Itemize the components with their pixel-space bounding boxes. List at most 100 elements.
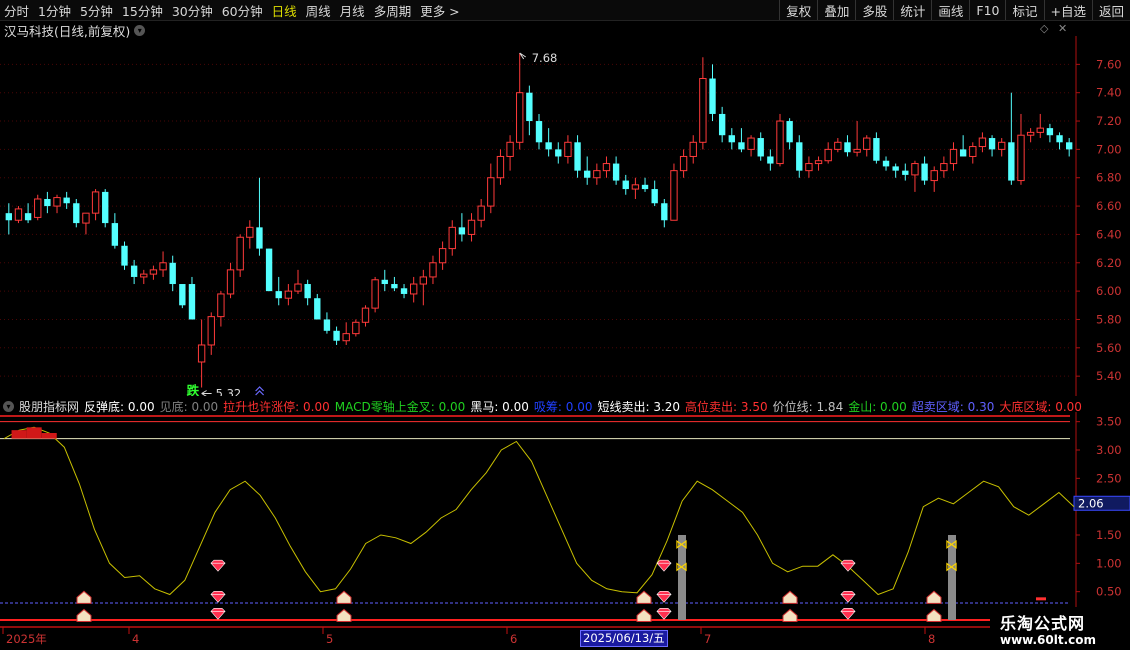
period-tab-9[interactable]: 多周期 xyxy=(374,1,412,20)
current-value-label: 2.06 xyxy=(1078,496,1104,510)
candle-body xyxy=(902,170,909,175)
candle-body xyxy=(429,262,437,278)
candle-body xyxy=(805,163,813,172)
diamond-gem-icon xyxy=(840,559,856,572)
candle-body xyxy=(284,290,293,299)
period-tab-8[interactable]: 月线 xyxy=(340,1,365,20)
candle-body xyxy=(949,148,958,165)
period-tab-2[interactable]: 5分钟 xyxy=(80,1,113,20)
date-label: 5 xyxy=(326,632,333,646)
candlestick-chart[interactable]: 7.60 7.40 7.20 7.00 6.80 6.60 6.40 6.20 6.00 5.80… xyxy=(0,36,1130,396)
candle-body xyxy=(940,163,948,172)
high-marker-arrow xyxy=(519,52,526,60)
date-axis: 2025年 4 5 6 7 8 xyxy=(0,626,1076,646)
house-icon xyxy=(926,608,942,622)
candle-body xyxy=(91,191,100,214)
low-marker-arrow xyxy=(201,390,212,396)
oscillator-chart[interactable]: 3.503.002.502.001.501.000.502.06⋈⋈⋈⋈ xyxy=(0,412,1130,630)
indicator-tick-label: 3.50 xyxy=(1096,415,1122,429)
candle-body xyxy=(188,284,196,320)
toolbar-action-2[interactable]: 多股 xyxy=(855,0,893,20)
price-tick-label: 5.60 xyxy=(1096,341,1122,355)
period-tab-6[interactable]: 日线 xyxy=(272,1,297,20)
house-icon xyxy=(336,608,352,622)
candle-body xyxy=(226,269,235,295)
price-tick-label: 5.80 xyxy=(1096,312,1122,326)
butterfly-icon: ⋈ xyxy=(945,538,958,553)
candle-body xyxy=(197,344,206,363)
watermark-url: www.60lt.com xyxy=(1000,633,1097,647)
candle-body xyxy=(709,78,716,114)
candle-body xyxy=(622,180,629,190)
price-tick-label: 7.00 xyxy=(1096,142,1122,156)
candle-body xyxy=(207,316,215,346)
candle-body xyxy=(892,166,899,171)
diamond-gem-icon xyxy=(210,559,226,572)
house-icon xyxy=(76,608,92,622)
toolbar-action-5[interactable]: F10 xyxy=(969,0,1005,20)
period-tab-10[interactable]: 更多 > xyxy=(420,1,459,20)
butterfly-icon: ⋈ xyxy=(675,538,688,553)
candle-body xyxy=(1026,131,1035,136)
period-tab-4[interactable]: 30分钟 xyxy=(172,1,213,20)
period-tabs: 分时 1分钟 5分钟 15分钟 30分钟 60分钟 日线 周线 月线 多周期 更多 > xyxy=(4,0,469,20)
candle-body xyxy=(121,245,128,266)
candle-body xyxy=(487,177,495,207)
candle-body xyxy=(959,149,967,157)
double-up-arrow-icon xyxy=(255,386,265,396)
candle-body xyxy=(988,138,996,150)
candle-body xyxy=(930,170,938,182)
toolbar-action-0[interactable]: 复权 xyxy=(779,0,817,20)
candle-body xyxy=(448,226,456,250)
indicator-tick-label: 1.50 xyxy=(1096,528,1122,542)
candle-body xyxy=(140,273,148,278)
period-tab-7[interactable]: 周线 xyxy=(306,1,331,20)
diamond-gem-icon xyxy=(840,608,856,620)
high-zone-bar xyxy=(41,433,57,439)
candle-body xyxy=(863,137,871,150)
chevron-down-icon[interactable]: ▾ xyxy=(3,400,14,412)
cursor-date: 2025/06/13/五 xyxy=(580,630,668,647)
candle-body xyxy=(564,141,572,157)
toolbar-action-4[interactable]: 画线 xyxy=(931,0,969,20)
candle-body xyxy=(458,227,466,235)
price-tick-label: 5.40 xyxy=(1096,369,1122,383)
period-tab-1[interactable]: 1分钟 xyxy=(38,1,71,20)
candle-body xyxy=(314,298,321,320)
diamond-gem-icon xyxy=(656,591,672,603)
candle-body xyxy=(921,163,928,181)
candle-body xyxy=(844,142,851,153)
toolbar-action-8[interactable]: 返回 xyxy=(1091,0,1130,20)
candle-body xyxy=(236,236,244,271)
period-tab-3[interactable]: 15分钟 xyxy=(122,1,163,20)
diamond-icon[interactable]: ◇ xyxy=(1040,22,1048,35)
period-tab-0[interactable]: 分时 xyxy=(4,1,29,20)
period-tab-5[interactable]: 60分钟 xyxy=(222,1,263,20)
candle-body xyxy=(111,223,119,246)
candle-body xyxy=(304,284,311,299)
low-signal-label: 跌 xyxy=(187,383,200,396)
diamond-gem-icon xyxy=(656,559,672,572)
toolbar-action-7[interactable]: +自选 xyxy=(1043,0,1092,20)
butterfly-icon: ⋈ xyxy=(945,560,958,575)
candle-body xyxy=(834,141,842,150)
toolbar-action-6[interactable]: 标记 xyxy=(1005,0,1043,20)
date-label: 4 xyxy=(132,632,139,646)
toolbar-action-1[interactable]: 叠加 xyxy=(817,0,855,20)
close-icon[interactable]: ✕ xyxy=(1058,22,1067,35)
candle-body xyxy=(342,333,350,342)
candle-body xyxy=(34,198,42,218)
date-label: 6 xyxy=(510,632,517,646)
candle-body xyxy=(1008,142,1015,181)
toolbar-action-3[interactable]: 统计 xyxy=(893,0,931,20)
house-icon xyxy=(76,590,92,604)
candle-body xyxy=(102,191,109,224)
candle-body xyxy=(796,142,803,171)
candle-body xyxy=(824,148,832,162)
candle-body xyxy=(631,184,640,190)
diamond-gem-icon xyxy=(656,608,672,620)
period-toolbar: 分时 1分钟 5分钟 15分钟 30分钟 60分钟 日线 周线 月线 多周期 更多 > 复权 叠加 多股… xyxy=(0,0,1130,21)
candle-body xyxy=(661,203,668,221)
candle-body xyxy=(159,262,167,271)
chevron-down-icon[interactable]: ▾ xyxy=(134,25,146,36)
